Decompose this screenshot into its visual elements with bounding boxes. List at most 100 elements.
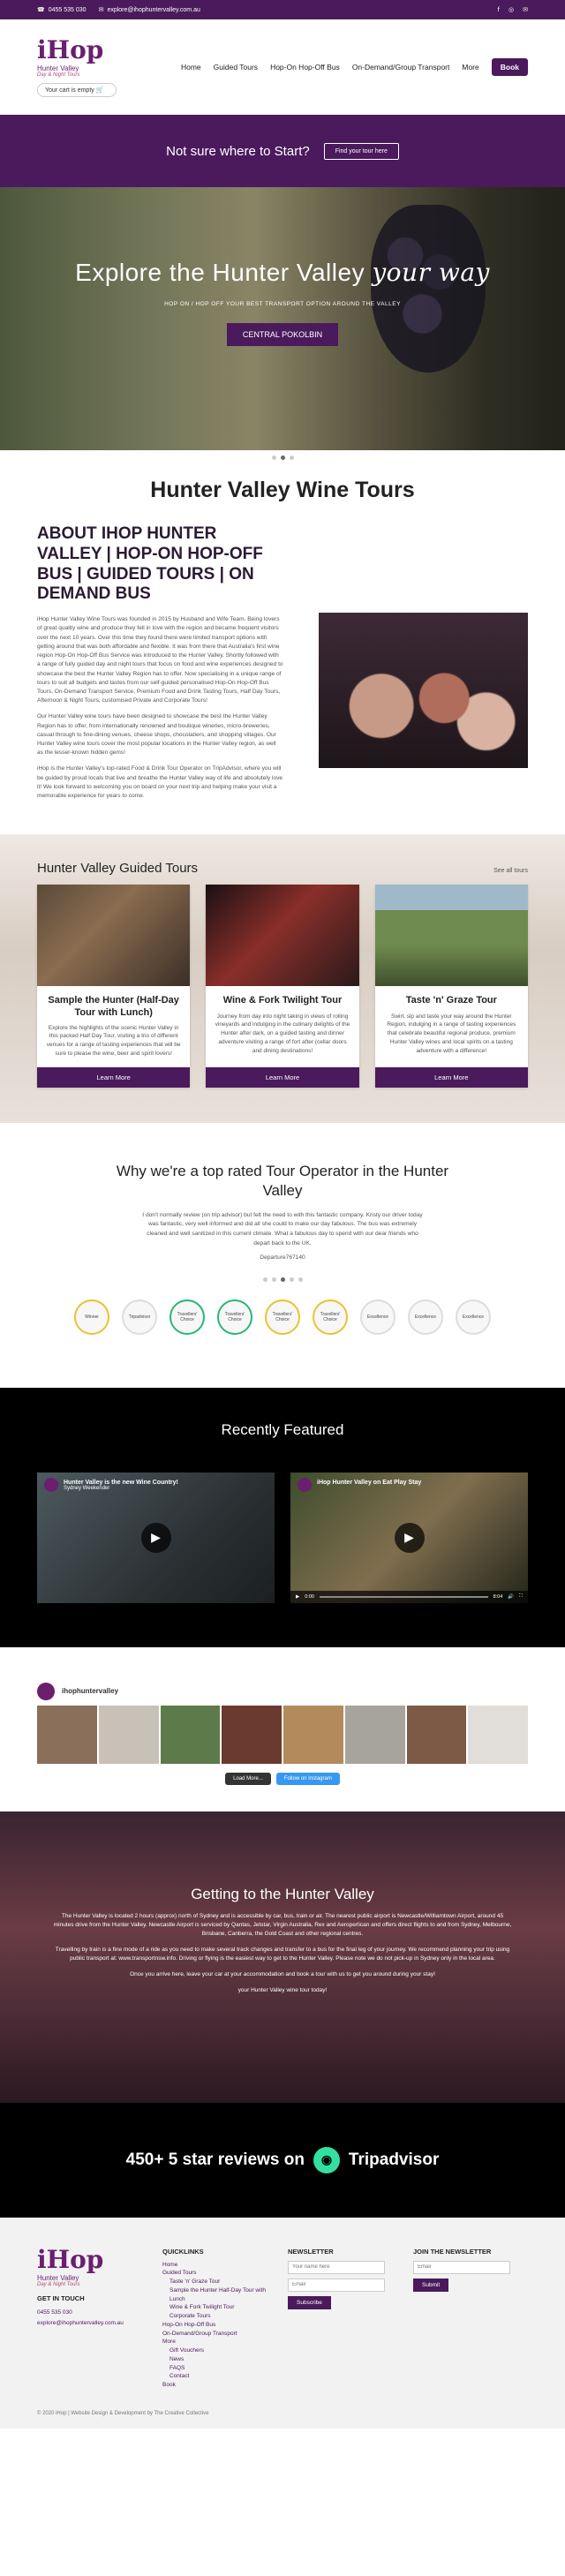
footer-link[interactable]: Taste 'n' Graze Tour (162, 2278, 268, 2286)
footer-link[interactable]: Hop-On Hop-Off Bus (162, 2321, 268, 2330)
getting-here-section: Getting to the Hunter Valley The Hunter … (0, 1811, 565, 2103)
footer-phone[interactable]: 0455 535 030 (37, 2308, 143, 2318)
logo[interactable]: iHop Hunter Valley Day & Night Tours You… (37, 34, 117, 97)
tour-image (374, 885, 528, 987)
nav-home[interactable]: Home (181, 63, 201, 72)
award-badge: Travellers' Choice (265, 1299, 300, 1335)
testimonial-pagination (37, 1272, 528, 1287)
nav-more[interactable]: More (462, 63, 478, 72)
video-progress[interactable] (319, 1595, 488, 1598)
learn-more-button[interactable]: Learn More (206, 1066, 359, 1088)
footer-link[interactable]: Guided Tours (162, 2269, 268, 2278)
award-badge: Excellence (360, 1299, 396, 1335)
footer-link[interactable]: On-Demand/Group Transport (162, 2330, 268, 2339)
footer-link[interactable]: Home (162, 2261, 268, 2270)
slide-dot-active[interactable] (280, 1277, 285, 1282)
load-more-button[interactable]: Load More... (225, 1772, 271, 1785)
slide-dot[interactable] (289, 1277, 294, 1282)
logo-tag: Day & Night Tours (37, 72, 80, 78)
nav-guided-tours[interactable]: Guided Tours (214, 63, 258, 72)
award-badge: Travellers' Choice (313, 1299, 348, 1335)
slide-dot[interactable] (298, 1277, 303, 1282)
slide-dot[interactable] (271, 456, 276, 460)
email-icon: ✉ (98, 6, 104, 13)
learn-more-button[interactable]: Learn More (37, 1066, 191, 1088)
nav-hop-on-hop-off[interactable]: Hop-On Hop-Off Bus (270, 63, 340, 72)
footer-link[interactable]: Corporate Tours (162, 2312, 268, 2321)
tour-card[interactable]: Sample the Hunter (Half-Day Tour with Lu… (37, 885, 191, 1088)
email-icon[interactable]: ✉ (523, 6, 528, 13)
award-badge: Excellence (408, 1299, 443, 1335)
award-badge: Travellers' Choice (170, 1299, 205, 1335)
subscribe-button[interactable]: Subscribe (288, 2295, 331, 2309)
play-icon[interactable]: ▶ (140, 1522, 171, 1553)
instagram-icon[interactable]: ◎ (508, 6, 514, 13)
video-player[interactable]: iHop Hunter Valley on Eat Play Stay ▶ ▶ … (290, 1472, 528, 1603)
play-icon[interactable]: ▶ (394, 1522, 425, 1553)
phone-text: 0455 535 030 (48, 6, 87, 13)
instagram-post[interactable] (37, 1705, 97, 1764)
phone-link[interactable]: ☎ 0455 535 030 (37, 6, 87, 13)
slide-dot[interactable] (289, 456, 294, 460)
logo-brand: iHop (37, 34, 104, 64)
award-badges: Winner Tripadvisor Travellers' Choice Tr… (37, 1299, 528, 1335)
copyright: © 2020 iHop | Website Design & Developme… (0, 2403, 565, 2429)
hero-cta-button[interactable]: CENTRAL POKOLBIN (226, 323, 339, 346)
tours-header: Hunter Valley Guided Tours See all tours (37, 861, 528, 876)
instagram-post[interactable] (468, 1705, 528, 1764)
instagram-post[interactable] (283, 1705, 343, 1764)
fullscreen-icon[interactable]: ⛶ (519, 1593, 523, 1600)
footer-link[interactable]: FAQS (162, 2364, 268, 2373)
volume-icon[interactable]: 🔊 (508, 1594, 514, 1600)
footer-link[interactable]: Wine & Fork Twilight Tour (162, 2303, 268, 2312)
newsletter-name-input[interactable] (288, 2260, 385, 2274)
quicklinks-heading: QUICKLINKS (162, 2247, 204, 2256)
slide-dot-active[interactable] (280, 456, 285, 460)
instagram-post[interactable] (406, 1705, 467, 1764)
follow-instagram-button[interactable]: Follow on Instagram (275, 1772, 340, 1785)
instagram-post[interactable] (344, 1705, 405, 1764)
instagram-post[interactable] (160, 1705, 221, 1764)
cart-widget[interactable]: Your cart is empty 🛒 (37, 82, 117, 97)
quicklinks-list: Home Guided Tours Taste 'n' Graze Tour Samp… (162, 2261, 268, 2390)
instagram-post[interactable] (222, 1705, 282, 1764)
book-button[interactable]: Book (491, 58, 528, 76)
footer-link[interactable]: Sample the Hunter Half-Day Tour with Lun… (162, 2286, 268, 2304)
play-icon[interactable]: ▶ (296, 1594, 299, 1600)
learn-more-button[interactable]: Learn More (374, 1066, 528, 1088)
find-tour-button[interactable]: Find your tour here (323, 142, 399, 160)
promo-banner: Not sure where to Start? Find your tour … (0, 115, 565, 187)
cart-text: Your cart is empty (45, 87, 94, 94)
tours-heading: Hunter Valley Guided Tours (37, 861, 199, 877)
nav-on-demand[interactable]: On-Demand/Group Transport (352, 63, 450, 72)
footer-link[interactable]: News (162, 2355, 268, 2364)
slide-dot[interactable] (262, 1277, 267, 1282)
facebook-icon[interactable]: f (498, 6, 500, 13)
email-link[interactable]: ✉ explore@ihophuntervalley.com.au (99, 6, 200, 13)
footer-logo[interactable]: iHop Hunter Valley Day & Night Tours (37, 2247, 117, 2287)
instagram-post[interactable] (98, 1705, 159, 1764)
newsletter-email-input[interactable] (288, 2278, 385, 2292)
tripadvisor-owl-icon: ◉ (313, 2146, 340, 2173)
footer-email[interactable]: explore@ihophuntervalley.com.au (37, 2318, 143, 2329)
footer-link[interactable]: More (162, 2338, 268, 2346)
submit-button[interactable]: Submit (413, 2278, 449, 2292)
getting-p3: Once you arrive here, leave your car at … (130, 1970, 435, 1977)
reviews-banner[interactable]: 450+ 5 star reviews on ◉ Tripadvisor (0, 2102, 565, 2218)
tour-card[interactable]: Taste 'n' Graze Tour Swirl, sip and tast… (374, 885, 528, 1088)
video-player[interactable]: Hunter Valley is the new Wine Country! S… (37, 1472, 275, 1603)
instagram-handle[interactable]: ihophuntervalley (62, 1687, 118, 1695)
email-text: explore@ihophuntervalley.com.au (107, 6, 200, 13)
see-all-tours-link[interactable]: See all tours (493, 868, 528, 874)
featured-heading: Recently Featured (221, 1420, 344, 1438)
footer-link[interactable]: Gift Vouchers (162, 2346, 268, 2355)
tripadvisor-brand: Tripadvisor (348, 2150, 440, 2169)
tour-card[interactable]: Wine & Fork Twilight Tour Journey from d… (206, 885, 359, 1088)
instagram-header: ihophuntervalley (37, 1682, 528, 1700)
footer-link[interactable]: Contact (162, 2372, 268, 2381)
award-badge: Excellence (456, 1299, 491, 1335)
slide-dot[interactable] (271, 1277, 276, 1282)
about-p2: Our Hunter Valley wine tours have been d… (37, 713, 276, 757)
join-email-input[interactable] (413, 2260, 510, 2274)
footer-link[interactable]: Book (162, 2381, 268, 2390)
